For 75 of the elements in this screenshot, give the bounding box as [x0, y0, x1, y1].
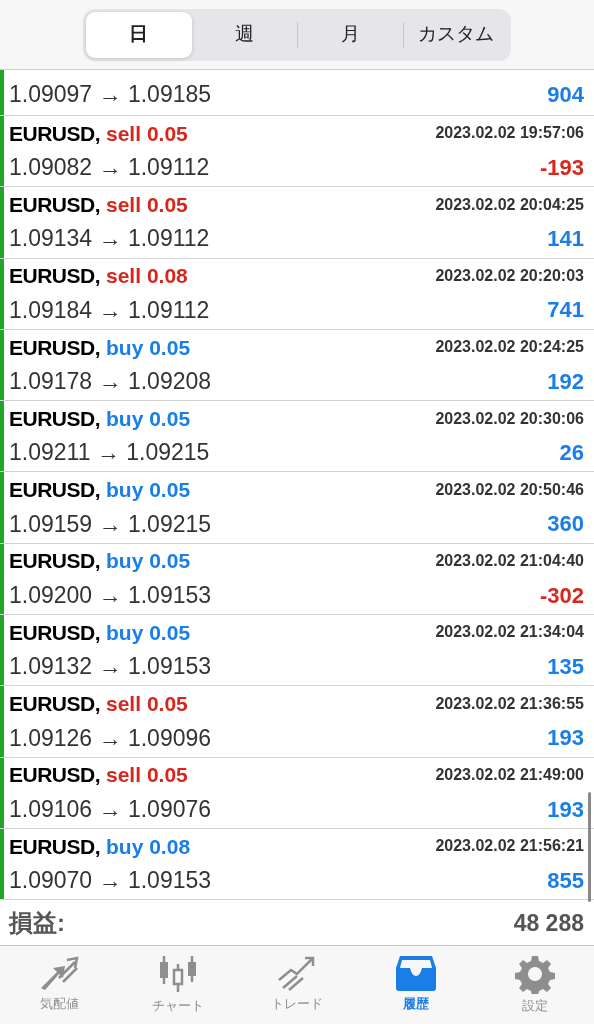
deal-row[interactable]: EURUSD, buy 0.05 2023.02.02 21:04:40 1.09200 → 1.09153 -302: [0, 543, 594, 616]
profit-value: 904: [547, 81, 584, 109]
profit-value: 192: [547, 367, 584, 396]
symbol: EURUSD,: [9, 477, 100, 504]
symbol: EURUSD,: [9, 691, 100, 717]
profit-value: 360: [547, 510, 584, 539]
deal-volume: buy 0.05: [106, 405, 191, 432]
nav-tab[interactable]: 履歴: [356, 946, 476, 1024]
symbol: EURUSD,: [9, 762, 100, 789]
symbol: EURUSD,: [9, 833, 100, 860]
symbol: EURUSD,: [9, 263, 100, 290]
period-tab[interactable]: 週: [191, 11, 297, 58]
symbol: EURUSD,: [9, 548, 100, 575]
deal-time: 2023.02.02 20:24:25: [435, 337, 584, 358]
price-range: 1.09106 → 1.09076: [9, 794, 212, 824]
deal-volume: sell 0.05: [106, 191, 188, 218]
deal-row[interactable]: EURUSD, buy 0.05 2023.02.02 20:24:25 1.09178 → 1.09208 192: [0, 329, 594, 402]
price-range: 1.09070 → 1.09153: [9, 866, 212, 896]
price-range: 1.09200 → 1.09153: [9, 580, 212, 610]
profit-value: -193: [539, 153, 584, 182]
deal-volume: sell 0.05: [106, 120, 188, 147]
deal-volume: buy 0.05: [106, 477, 191, 504]
period-tab[interactable]: 日: [86, 11, 192, 58]
profit-value: 135: [547, 652, 584, 681]
period-tab[interactable]: カスタム: [403, 11, 508, 58]
deal-time: 2023.02.02 20:50:46: [435, 479, 584, 500]
deal-row[interactable]: EURUSD, sell 0.05 2023.02.02 20:04:25 1.09134 → 1.09112 141: [0, 187, 594, 259]
profit-value: 855: [547, 866, 584, 895]
deal-volume: sell 0.05: [106, 762, 188, 789]
summary-value: 48 288: [513, 908, 584, 938]
price-range: 1.09159 → 1.09215: [9, 509, 212, 539]
price-range: 1.09126 → 1.09096: [9, 723, 212, 753]
profit-value: 141: [547, 225, 584, 254]
symbol: EURUSD,: [9, 334, 100, 361]
profit-value: 741: [547, 296, 584, 325]
price-range: 1.09178 → 1.09208: [9, 367, 212, 397]
price-range: 1.09132 → 1.09153: [9, 652, 212, 682]
deal-row[interactable]: EURUSD, buy 0.05 2023.02.02 21:34:04 1.09132 → 1.09153 135: [0, 615, 594, 687]
deal-row[interactable]: EURUSD, sell 0.05 2023.02.02 19:57:06 1.09082 → 1.09112 -193: [0, 116, 594, 188]
profit-value: 193: [547, 795, 584, 824]
price-range: 1.09082 → 1.09112: [9, 153, 210, 183]
deal-row[interactable]: EURUSD, sell 0.05 2023.02.02 21:36:55 1.09126 → 1.09096 193: [0, 686, 594, 758]
profit-value: -302: [539, 581, 584, 610]
deal-time: 2023.02.02 20:04:25: [435, 194, 584, 215]
deal-volume: buy 0.05: [106, 548, 191, 575]
deal-volume: buy 0.08: [106, 833, 191, 860]
inbox-icon: [393, 954, 438, 993]
price-range: 1.09134 → 1.09112: [9, 224, 210, 254]
symbol: EURUSD,: [9, 120, 100, 147]
deal-time: 2023.02.02 21:49:00: [435, 765, 584, 786]
period-tab[interactable]: 月: [298, 11, 403, 58]
price-range: 1.09184 → 1.09112: [9, 295, 210, 325]
deal-time: 2023.02.02 20:30:06: [435, 408, 584, 429]
deal-volume: sell 0.05: [106, 691, 188, 717]
deal-time: 2023.02.02 21:56:21: [435, 836, 584, 857]
price-range: 1.09211 → 1.09215: [9, 438, 210, 468]
deal-time: 2023.02.02 19:57:06: [435, 123, 584, 144]
symbol: EURUSD,: [9, 191, 100, 218]
profit-value: 26: [559, 439, 584, 468]
symbol: EURUSD,: [9, 619, 100, 646]
deal-row[interactable]: EURUSD, buy 0.05 2023.02.02 20:30:06 1.09211 → 1.09215 26: [0, 401, 594, 473]
deal-volume: buy 0.05: [106, 619, 191, 646]
price-range: 1.09097 → 1.09185: [9, 79, 212, 109]
summary-label: 損益:: [9, 907, 65, 938]
deal-volume: buy 0.05: [106, 334, 191, 361]
deal-time: 2023.02.02 21:36:55: [435, 693, 584, 714]
symbol: EURUSD,: [9, 405, 100, 432]
deal-time: 2023.02.02 21:34:04: [435, 622, 584, 643]
deal-time: 2023.02.02 21:04:40: [435, 551, 584, 572]
settings-icon: [514, 954, 555, 995]
deal-time: 2023.02.02 20:20:03: [435, 266, 584, 286]
profit-value: 193: [547, 724, 584, 753]
deal-row[interactable]: EURUSD, sell 0.08 2023.02.02 20:20:03 1.09184 → 1.09112 741: [0, 258, 594, 330]
deal-volume: sell 0.08: [106, 263, 188, 290]
deal-row[interactable]: EURUSD, buy 0.05 2023.02.02 20:50:46 1.09159 → 1.09215 360: [0, 472, 594, 544]
